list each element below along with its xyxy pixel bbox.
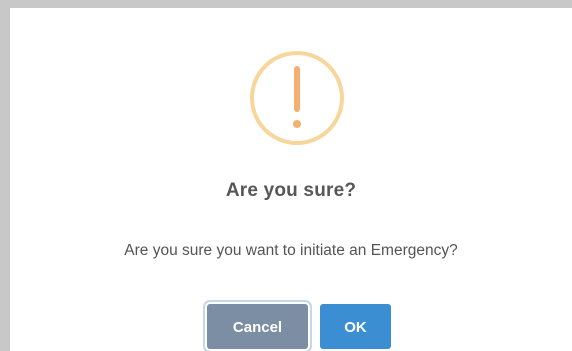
frame-border-top [0, 0, 572, 8]
ok-button[interactable]: OK [320, 304, 391, 349]
dialog-title: Are you sure? [225, 180, 357, 201]
confirm-dialog: Are you sure? Are you sure you want to i… [10, 8, 572, 351]
warning-exclamation-icon [250, 51, 344, 145]
screenshot-frame: Are you sure? Are you sure you want to i… [0, 0, 572, 351]
dialog-message: Are you sure you want to initiate an Eme… [124, 242, 458, 259]
frame-border-left [0, 0, 10, 351]
cancel-button[interactable]: Cancel [207, 304, 308, 349]
